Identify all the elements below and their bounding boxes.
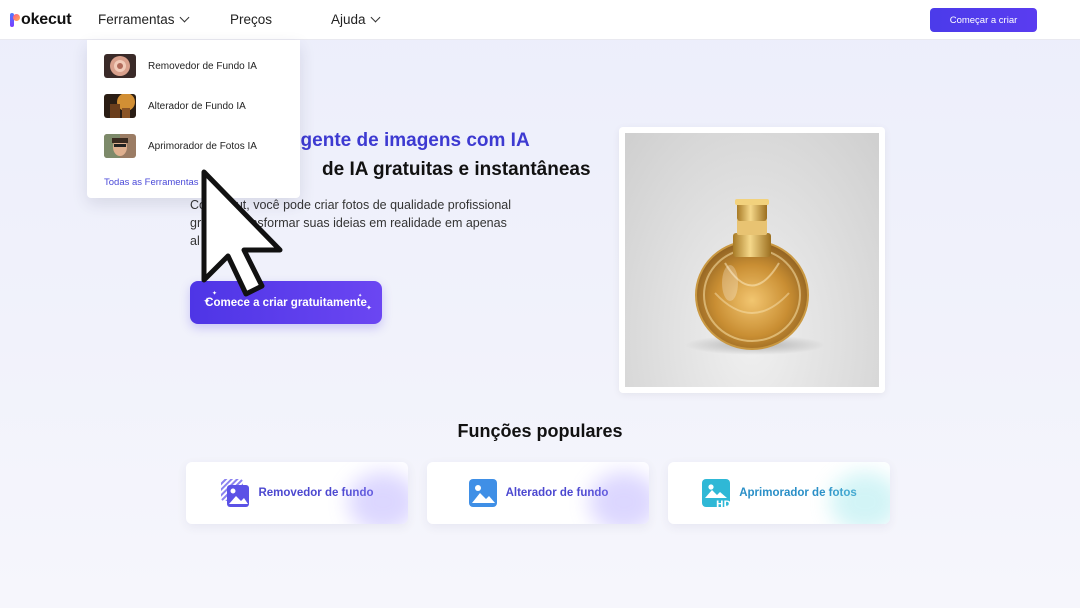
nav-pricing[interactable]: Preços	[230, 12, 272, 27]
logo-mark-icon	[10, 13, 20, 27]
card-remove-bg[interactable]: Removedor de fundo	[186, 462, 408, 524]
chevron-down-icon	[179, 12, 189, 23]
sparkle-icon: ✦	[358, 293, 363, 299]
thumb-graphic	[104, 134, 136, 158]
change-bg-icon-graphic	[468, 479, 497, 507]
hero-title-line1: ligente de imagens com IA	[290, 130, 530, 151]
start-creating-button[interactable]: Começar a criar	[930, 8, 1037, 32]
pokecut-logo[interactable]: okecut	[10, 11, 72, 29]
nav-help-label: Ajuda	[331, 12, 366, 27]
mouse-pointer-icon	[201, 169, 283, 297]
enhance-thumbnail	[104, 134, 136, 158]
logo-text: okecut	[21, 11, 72, 28]
card-change-bg[interactable]: Alterador de fundo	[427, 462, 649, 524]
perfume-photo	[625, 133, 879, 387]
sparkle-icon: ✦	[366, 305, 372, 312]
all-tools-link[interactable]: Todas as Ferramentas	[104, 177, 199, 188]
thumb-graphic	[104, 54, 136, 78]
card-glow	[830, 472, 890, 524]
remove-bg-thumbnail	[104, 54, 136, 78]
card-glow	[348, 472, 408, 524]
nav-pricing-label: Preços	[230, 12, 273, 27]
svg-text:HD: HD	[716, 500, 731, 508]
enhance-hd-icon: HD	[701, 478, 731, 510]
nav-help[interactable]: Ajuda	[331, 12, 380, 27]
chevron-down-icon	[370, 12, 380, 23]
hero-title-line2: de IA gratuitas e instantâneas	[322, 159, 591, 180]
dropdown-item-label: Removedor de Fundo IA	[148, 60, 257, 72]
card-glow	[589, 472, 649, 524]
remove-bg-icon-graphic	[221, 479, 250, 507]
dropdown-item-enhance[interactable]: Aprimorador de Fotos IA	[104, 134, 257, 158]
hero-product-image	[619, 127, 885, 393]
start-free-label: Comece a criar gratuitamente	[205, 296, 367, 309]
dropdown-item-change-bg[interactable]: Alterador de Fundo IA	[104, 94, 246, 118]
top-nav-bar: okecut Ferramentas Preços Ajuda Começar …	[0, 0, 1080, 40]
nav-tools[interactable]: Ferramentas	[98, 12, 189, 27]
perfume-bottle-illustration	[685, 199, 825, 355]
dropdown-item-remove-bg[interactable]: Removedor de Fundo IA	[104, 54, 257, 78]
popular-functions-title: Funções populares	[457, 421, 623, 441]
remove-bg-icon	[220, 478, 250, 508]
dropdown-item-label: Aprimorador de Fotos IA	[148, 140, 257, 152]
card-enhance[interactable]: HD Aprimorador de fotos	[668, 462, 890, 524]
change-bg-thumbnail	[104, 94, 136, 118]
nav-tools-label: Ferramentas	[98, 12, 175, 27]
dropdown-item-label: Alterador de Fundo IA	[148, 100, 246, 112]
enhance-hd-icon-graphic: HD	[702, 479, 731, 510]
thumb-graphic	[104, 94, 136, 118]
change-bg-icon	[468, 478, 498, 508]
